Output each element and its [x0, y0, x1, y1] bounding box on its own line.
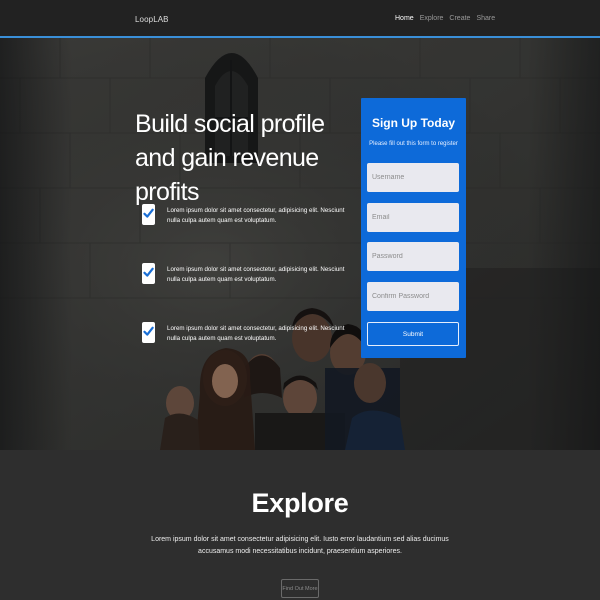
navbar: LoopLAB Home Explore Create Share — [0, 0, 600, 38]
feature-text: Lorem ipsum dolor sit amet consectetur, … — [167, 266, 345, 283]
nav-link-share[interactable]: Share — [476, 15, 495, 22]
nav-links: Home Explore Create Share — [395, 15, 495, 22]
hero-section: Build social profile and gain revenue pr… — [0, 38, 600, 450]
feature-item: Lorem ipsum dolor sit amet consectetur, … — [142, 204, 357, 226]
nav-link-explore[interactable]: Explore — [420, 15, 444, 22]
explore-section: Explore Lorem ipsum dolor sit amet conse… — [0, 450, 600, 600]
feature-text: Lorem ipsum dolor sit amet consectetur, … — [167, 207, 345, 224]
hero-title: Build social profile and gain revenue pr… — [135, 110, 325, 206]
email-field[interactable] — [367, 203, 459, 232]
password-field[interactable] — [367, 242, 459, 271]
nav-link-create[interactable]: Create — [449, 15, 470, 22]
signup-card: Sign Up Today Please fill out this form … — [361, 98, 466, 358]
explore-title: Explore — [251, 488, 349, 518]
username-field[interactable] — [367, 163, 459, 192]
nav-link-home[interactable]: Home — [395, 15, 414, 22]
checkmark-icon — [142, 322, 155, 343]
confirm-password-field[interactable] — [367, 282, 459, 311]
signup-title: Sign Up Today — [371, 116, 456, 130]
hero-overlay — [0, 38, 600, 450]
checkmark-icon — [142, 263, 155, 284]
feature-item: Lorem ipsum dolor sit amet consectetur, … — [142, 322, 357, 344]
signup-subtitle: Please fill out this form to register — [369, 141, 458, 147]
brand-logo[interactable]: LoopLAB — [135, 15, 169, 24]
explore-text: Lorem ipsum dolor sit amet consectetur a… — [151, 536, 449, 556]
feature-text: Lorem ipsum dolor sit amet consectetur, … — [167, 325, 345, 342]
checkmark-icon — [142, 204, 155, 225]
submit-button[interactable]: Submit — [367, 322, 459, 346]
feature-item: Lorem ipsum dolor sit amet consectetur, … — [142, 263, 357, 285]
find-out-more-button[interactable]: Find Out More — [281, 579, 319, 598]
